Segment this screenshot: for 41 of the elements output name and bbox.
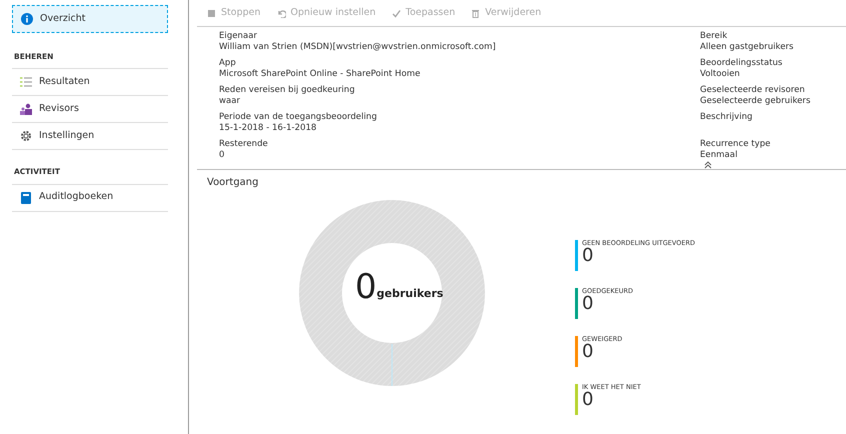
legend-value: 0 [582, 295, 594, 314]
checkmark-icon [392, 8, 401, 18]
total-count: 0 [355, 270, 377, 304]
field-label: Geselecteerde revisoren [700, 85, 806, 96]
legend-value: 0 [582, 343, 594, 362]
legend-value: 0 [582, 391, 594, 410]
book-icon [20, 192, 32, 204]
sidebar-item[interactable]: Resultaten [12, 69, 168, 96]
field-label: Recurrence type [700, 139, 772, 150]
list-icon [20, 76, 32, 88]
field-value: William van Strien (MSDN)[wvstrien@wvstrien.onmicrosoft.com] [219, 42, 497, 52]
gear-icon [20, 130, 32, 142]
info-icon [21, 13, 33, 25]
field-value: Eenmaal [700, 150, 738, 160]
field-label: Resterende [219, 139, 269, 150]
sidebar-item[interactable]: Auditlogboeken [12, 184, 168, 212]
undo-icon [276, 8, 286, 18]
sidebar-item[interactable]: Instellingen [12, 123, 168, 150]
field-label: Reden vereisen bij goedkeuring [219, 85, 356, 96]
collapse-icon[interactable] [704, 161, 712, 169]
field-label: Beschrijving [700, 112, 754, 123]
field-value: 15-1-2018 - 16-1-2018 [219, 122, 318, 134]
field-value: Geselecteerde gebruikers [700, 96, 812, 106]
field-label: Beoordelingsstatus [700, 58, 784, 69]
sidebar-item[interactable]: Overzicht [12, 5, 168, 33]
field-label: App [219, 58, 237, 69]
field-value: Microsoft SharePoint Online - SharePoint Home [219, 68, 422, 80]
field-value: Voltooien [700, 68, 741, 80]
trash-icon [471, 8, 480, 18]
legend-value: 0 [582, 247, 594, 266]
field-label: Periode van de toegangsbeoordeling [219, 112, 378, 123]
sidebar-item[interactable]: Revisors [12, 96, 168, 124]
people-icon [20, 103, 32, 116]
field-value: 0 [219, 150, 226, 160]
total-unit: gebruikers [376, 286, 444, 302]
field-value: waar [219, 96, 242, 106]
stop-icon [207, 8, 216, 18]
section-title: Voortgang [206, 176, 260, 190]
field-value: Alleen gastgebruikers [700, 42, 795, 52]
field-label: Bereik [700, 31, 728, 42]
field-label: Eigenaar [219, 31, 258, 42]
